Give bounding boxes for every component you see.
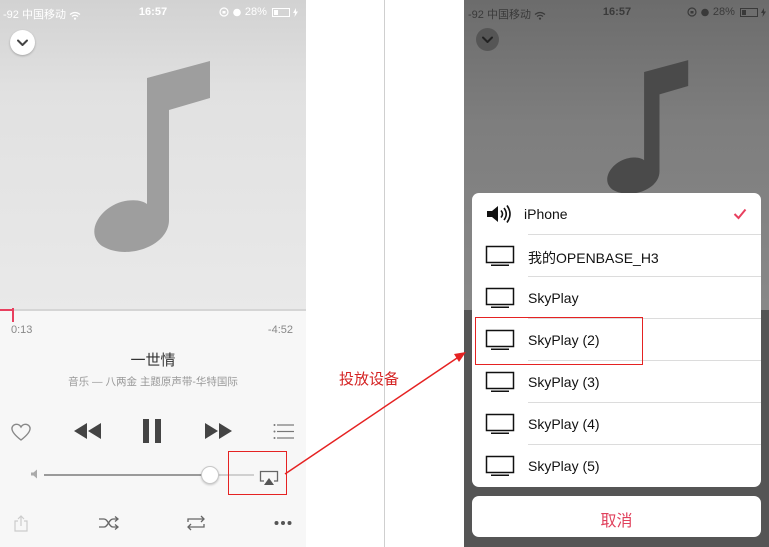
annotation-arrow <box>284 352 466 475</box>
